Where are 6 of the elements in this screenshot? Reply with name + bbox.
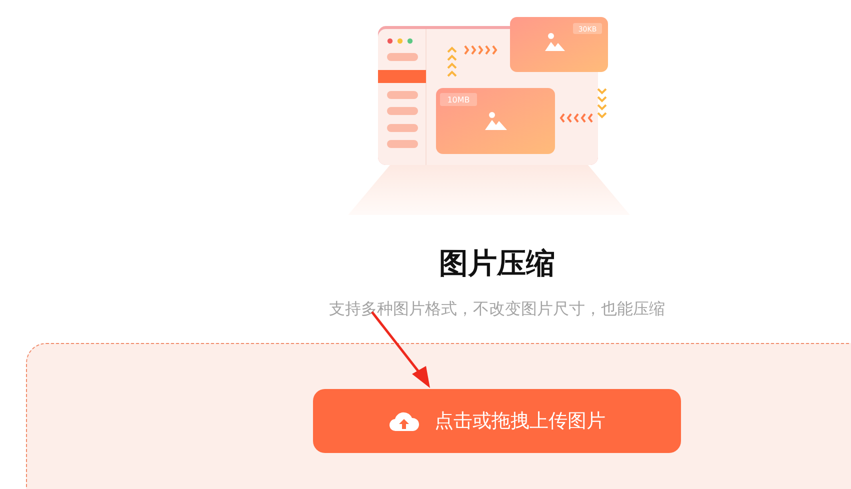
page-title: 图片压缩 (439, 245, 555, 282)
upload-button[interactable]: 点击或拖拽上传图片 (313, 389, 681, 453)
cloud-upload-icon (388, 410, 418, 432)
size-label: 10MB (447, 96, 470, 104)
page-subtitle: 支持多种图片格式，不改变图片尺寸，也能压缩 (329, 298, 665, 320)
upload-drop-zone[interactable]: 点击或拖拽上传图片 (26, 343, 851, 489)
